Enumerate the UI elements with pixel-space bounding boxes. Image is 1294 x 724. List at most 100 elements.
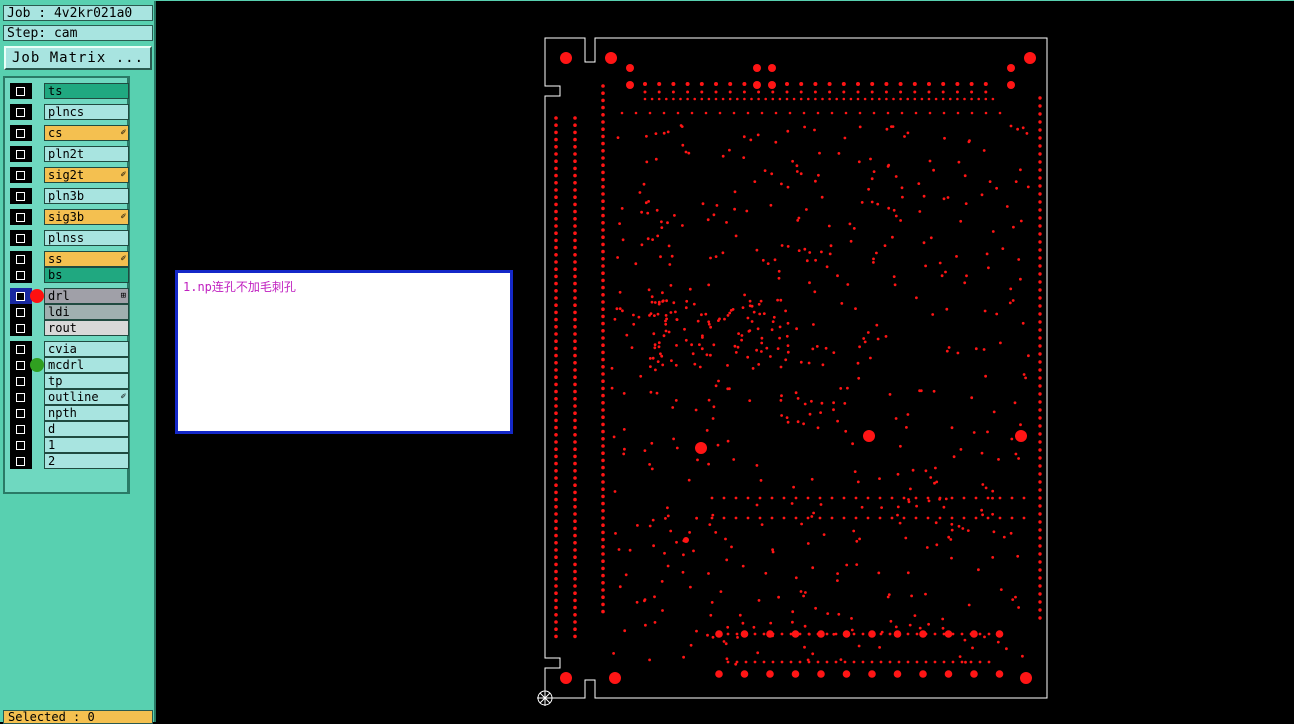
drill-hole — [674, 399, 678, 402]
drill-hole — [755, 248, 759, 252]
drill-hole — [742, 82, 747, 86]
drill-hole — [900, 111, 904, 115]
drill-hole — [977, 97, 980, 101]
drill-hole — [573, 245, 577, 250]
drill-hole — [601, 408, 605, 412]
drill-hole — [813, 290, 817, 294]
drill-hole — [818, 516, 822, 520]
drill-hole — [963, 638, 967, 642]
drill-hole — [669, 284, 673, 287]
drill-hole — [554, 562, 558, 567]
drill-hole — [704, 312, 708, 316]
drill-hole — [799, 90, 803, 94]
drill-hole — [616, 136, 620, 140]
drill-hole — [820, 401, 824, 405]
drill-hole — [704, 111, 708, 115]
drill-hole — [573, 447, 577, 452]
drill-hole — [717, 319, 720, 322]
drill-hole — [802, 422, 805, 426]
drill-hole — [915, 660, 919, 664]
drill-hole — [554, 238, 558, 243]
drill-hole — [929, 236, 933, 240]
drill-hole — [986, 496, 990, 500]
drill-hole — [717, 379, 720, 383]
drill-hole — [573, 605, 577, 610]
drill-hole — [655, 208, 659, 212]
drill-hole — [803, 645, 806, 649]
drill-hole — [1021, 126, 1025, 130]
drill-hole — [821, 97, 824, 101]
drill-hole — [944, 630, 953, 638]
drill-hole — [927, 499, 931, 503]
drill-hole — [899, 444, 902, 448]
drill-hole — [764, 571, 768, 575]
drill-hole — [695, 442, 707, 454]
drill-hole — [554, 317, 558, 322]
drill-hole — [601, 98, 605, 103]
drill-hole — [573, 627, 577, 631]
drill-hole — [554, 512, 558, 516]
drill-hole — [1038, 352, 1042, 356]
drill-hole — [924, 632, 928, 636]
drill-hole — [601, 134, 605, 139]
drill-hole — [1038, 320, 1042, 324]
drill-hole — [618, 307, 622, 310]
drill-hole — [685, 82, 690, 86]
drill-hole — [743, 97, 746, 101]
drill-hole — [661, 609, 664, 612]
drill-hole — [1038, 568, 1042, 572]
drill-hole — [853, 470, 857, 473]
drill-hole — [791, 159, 794, 163]
outline-path — [544, 37, 1048, 699]
drill-hole — [712, 405, 716, 409]
drill-hole — [806, 516, 810, 520]
drill-hole — [1005, 647, 1008, 651]
drill-hole — [983, 309, 987, 313]
drill-hole — [638, 191, 642, 194]
drill-hole — [926, 496, 930, 500]
drill-hole — [1038, 376, 1042, 380]
drill-hole — [900, 186, 904, 190]
drill-hole — [554, 296, 558, 300]
drill-hole — [670, 359, 673, 362]
pcb-canvas[interactable] — [0, 0, 1294, 722]
drill-hole — [1022, 373, 1026, 376]
drill-hole — [712, 213, 716, 217]
drill-hole — [1009, 124, 1013, 128]
drill-hole — [740, 334, 744, 337]
drill-hole — [726, 364, 729, 367]
drill-hole — [763, 169, 767, 173]
drill-hole — [857, 376, 861, 380]
drill-hole — [852, 660, 856, 664]
drill-hole — [643, 90, 647, 94]
drill-hole — [573, 296, 577, 300]
drill-hole — [779, 298, 783, 302]
drill-hole — [601, 206, 605, 211]
drill-hole — [554, 209, 558, 214]
drill-hole — [1038, 280, 1042, 284]
drill-hole — [714, 90, 718, 94]
drill-hole — [828, 252, 832, 256]
drill-hole — [1038, 248, 1042, 252]
drill-hole — [905, 426, 908, 429]
drill-hole — [858, 537, 861, 541]
drill-hole — [749, 138, 753, 142]
drill-hole — [941, 626, 945, 630]
drill-hole — [928, 111, 932, 115]
drill-hole — [613, 490, 617, 493]
drill-hole — [663, 551, 666, 555]
drill-hole — [999, 341, 1002, 345]
drill-hole — [650, 467, 654, 471]
drill-hole — [554, 634, 558, 639]
drill-hole — [728, 97, 732, 101]
drill-hole — [760, 336, 764, 340]
drill-hole — [806, 542, 810, 545]
drill-hole — [573, 217, 577, 221]
drill-hole — [950, 556, 953, 560]
drill-hole — [839, 387, 843, 390]
drill-hole — [918, 210, 922, 213]
drill-hole — [601, 314, 605, 319]
drill-hole — [794, 496, 798, 500]
drill-hole — [621, 238, 625, 242]
drill-hole — [942, 111, 946, 115]
